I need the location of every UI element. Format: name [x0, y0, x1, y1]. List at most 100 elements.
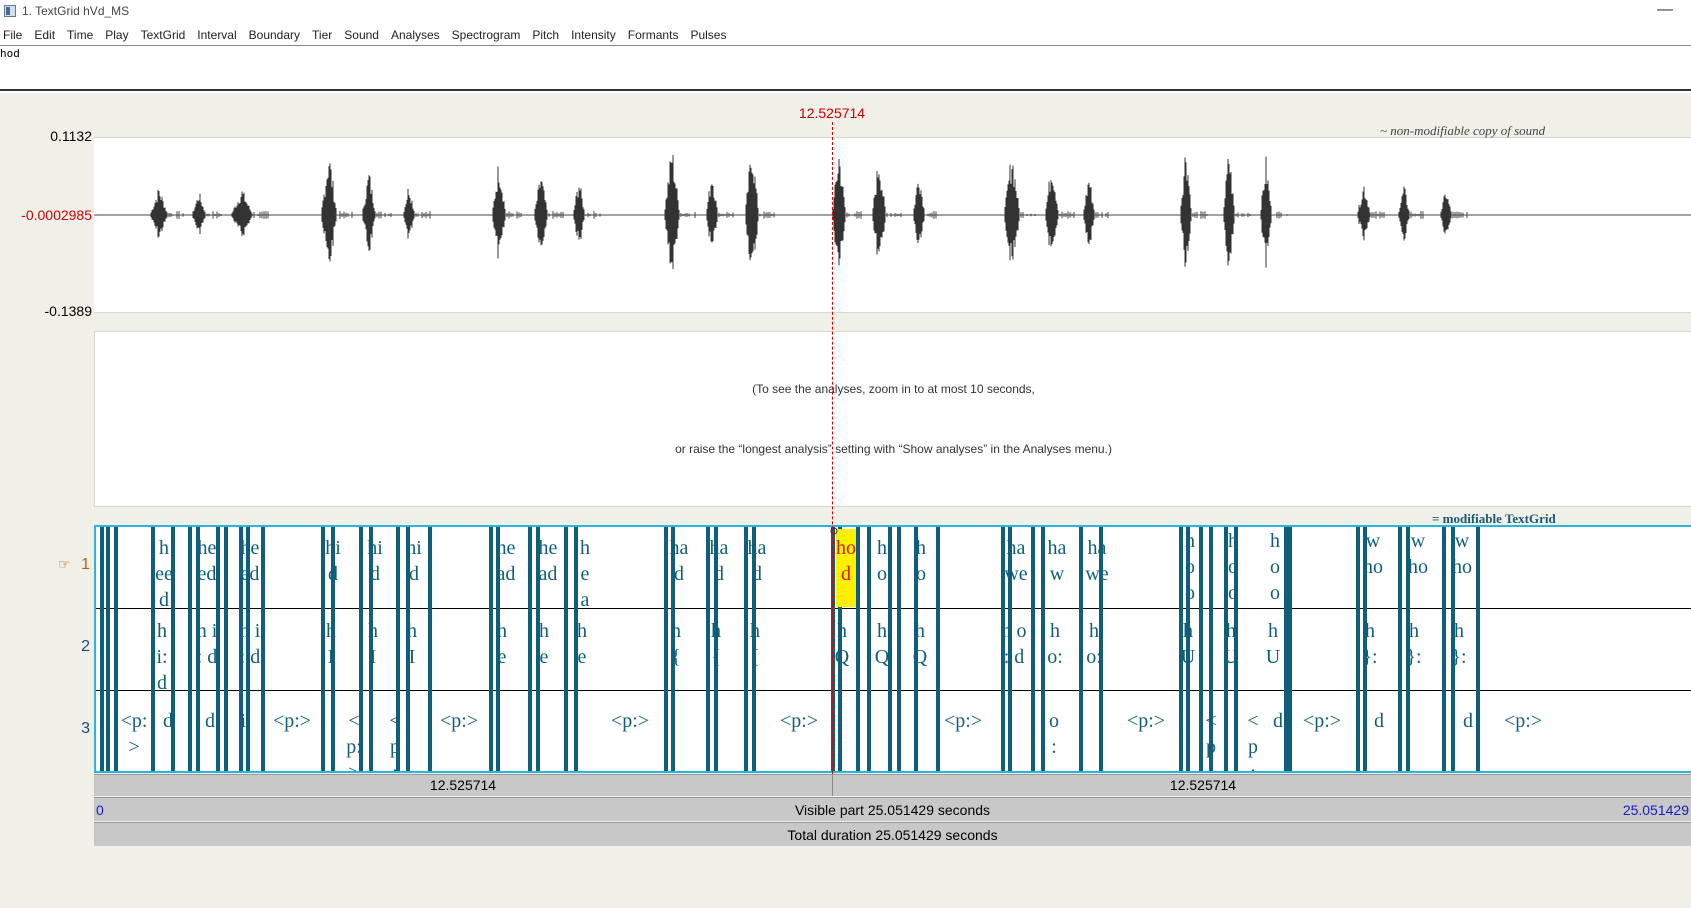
interval-boundary[interactable]: [1079, 527, 1083, 771]
interval-label: h: [157, 620, 167, 642]
menu-boundary[interactable]: Boundary: [243, 28, 306, 42]
total-duration-bar[interactable]: Total duration 25.051429 seconds: [94, 822, 1691, 846]
menu-analyses[interactable]: Analyses: [385, 28, 446, 42]
menu-formants[interactable]: Formants: [622, 28, 685, 42]
interval-label: Q: [875, 646, 890, 668]
interval-boundary[interactable]: [489, 527, 493, 771]
interval-label: : d: [197, 646, 218, 668]
menu-pitch[interactable]: Pitch: [526, 28, 565, 42]
minimize-icon[interactable]: —: [1653, 1, 1677, 21]
interval-label: h: [580, 537, 590, 559]
menu-file[interactable]: File: [0, 28, 28, 42]
interval-boundary[interactable]: [224, 527, 228, 771]
visible-part-bar[interactable]: 0 Visible part 25.051429 seconds 25.0514…: [94, 797, 1691, 821]
interval-label: he: [539, 537, 558, 559]
interval-label: ha: [1048, 537, 1067, 559]
interval-text-value[interactable]: hod: [0, 47, 20, 60]
analysis-panel[interactable]: (To see the analyses, zoom in to at most…: [94, 331, 1691, 507]
menu-play[interactable]: Play: [99, 28, 134, 42]
interval-label: h: [750, 620, 760, 642]
interval-label: ho: [1452, 556, 1472, 578]
menu-interval[interactable]: Interval: [191, 28, 242, 42]
interval-boundary[interactable]: [564, 527, 568, 771]
total-duration-label: Total duration 25.051429 seconds: [787, 827, 998, 843]
interval-label: U: [1224, 646, 1239, 668]
interval-label: h: [159, 537, 169, 559]
interval-boundary[interactable]: [1041, 527, 1045, 771]
interval-label: i:: [156, 646, 167, 668]
interval-label: p:: [346, 736, 362, 758]
interval-label: ho: [1408, 556, 1428, 578]
interval-boundary[interactable]: [359, 527, 363, 771]
interval-boundary[interactable]: [428, 527, 432, 771]
interval-boundary[interactable]: [1288, 527, 1292, 771]
selection-bar[interactable]: 12.525714 12.525714: [94, 774, 1691, 796]
interval-label: ha: [670, 537, 689, 559]
interval-label: h: [407, 620, 417, 642]
tier-number-1[interactable]: 1: [50, 556, 90, 574]
left-part-time[interactable]: 12.525714: [394, 777, 532, 793]
tier-number-3[interactable]: 3: [50, 720, 90, 738]
menu-time[interactable]: Time: [61, 28, 99, 42]
visible-part-label: Visible part 25.051429 seconds: [794, 802, 991, 818]
interval-boundary[interactable]: [856, 527, 860, 771]
tier-number-2[interactable]: 2: [50, 638, 90, 656]
title-bar: 1. TextGrid hVd_MS —: [0, 0, 1691, 24]
sound-waveform-panel[interactable]: [94, 137, 1691, 313]
cursor-line: [832, 122, 833, 774]
interval-label: :: [1208, 762, 1214, 771]
interval-label: h: [877, 620, 887, 642]
textgrid-panel[interactable]: h ee d he ed he ed hi d hi d hi d he ad he ad h e a ha d ha d ha…: [94, 525, 1691, 773]
interval-label: we: [1004, 563, 1027, 585]
interval-label: i:: [240, 710, 251, 732]
menu-edit[interactable]: Edit: [28, 28, 61, 42]
interval-label: p: [1206, 736, 1216, 758]
interval-boundary[interactable]: [867, 527, 871, 771]
interval-boundary[interactable]: [897, 527, 901, 771]
interval-label: Q: [835, 646, 850, 668]
textgrid-boundaries: heedheedheedhidhidhidheadheadheahadhadha…: [100, 527, 1542, 771]
interval-boundary[interactable]: [100, 527, 104, 771]
interval-boundary[interactable]: [664, 527, 668, 771]
right-part-time[interactable]: 12.525714: [1134, 777, 1272, 793]
menu-sound[interactable]: Sound: [338, 28, 385, 42]
interval-label: h i: [197, 620, 218, 642]
interval-boundary[interactable]: [106, 527, 110, 771]
interval-boundary[interactable]: [1476, 527, 1480, 771]
interval-label: >: [128, 736, 139, 758]
interval-boundary[interactable]: [936, 527, 940, 771]
interval-boundary[interactable]: [1031, 527, 1035, 771]
interval-boundary[interactable]: [321, 527, 325, 771]
interval-text-field[interactable]: hod: [0, 45, 1691, 91]
interval-boundary[interactable]: [1356, 527, 1360, 771]
interval-boundary[interactable]: [744, 527, 748, 771]
interval-boundary[interactable]: [1398, 527, 1402, 771]
interval-label: we: [1085, 563, 1108, 585]
interval-label: {: [711, 646, 721, 668]
menu-intensity[interactable]: Intensity: [565, 28, 622, 42]
interval-boundary[interactable]: [1442, 527, 1446, 771]
bar-divider: [832, 775, 833, 796]
interval-label: h: [916, 537, 926, 559]
interval-boundary[interactable]: [1209, 527, 1213, 771]
interval-label: Q: [913, 646, 928, 668]
menu-textgrid[interactable]: TextGrid: [135, 28, 192, 42]
interval-boundary[interactable]: [1199, 527, 1203, 771]
menu-pulses[interactable]: Pulses: [684, 28, 732, 42]
interval-label: ed: [198, 563, 217, 585]
interval-boundary[interactable]: [114, 527, 118, 771]
interval-label: h i: [240, 620, 261, 642]
interval-boundary[interactable]: [188, 527, 192, 771]
menu-spectrogram[interactable]: Spectrogram: [446, 28, 527, 42]
interval-boundary[interactable]: [396, 527, 400, 771]
interval-boundary[interactable]: [261, 527, 265, 771]
interval-label: U: [1266, 646, 1281, 668]
interval-label: h: [1089, 620, 1099, 642]
interval-boundary[interactable]: [528, 527, 532, 771]
interval-boundary[interactable]: [706, 527, 710, 771]
interval-label: h: [497, 620, 507, 642]
interval-label: h: [1185, 530, 1195, 552]
interval-boundary[interactable]: [1284, 527, 1288, 771]
menu-tier[interactable]: Tier: [306, 28, 338, 42]
interval-label: ad: [497, 563, 516, 585]
